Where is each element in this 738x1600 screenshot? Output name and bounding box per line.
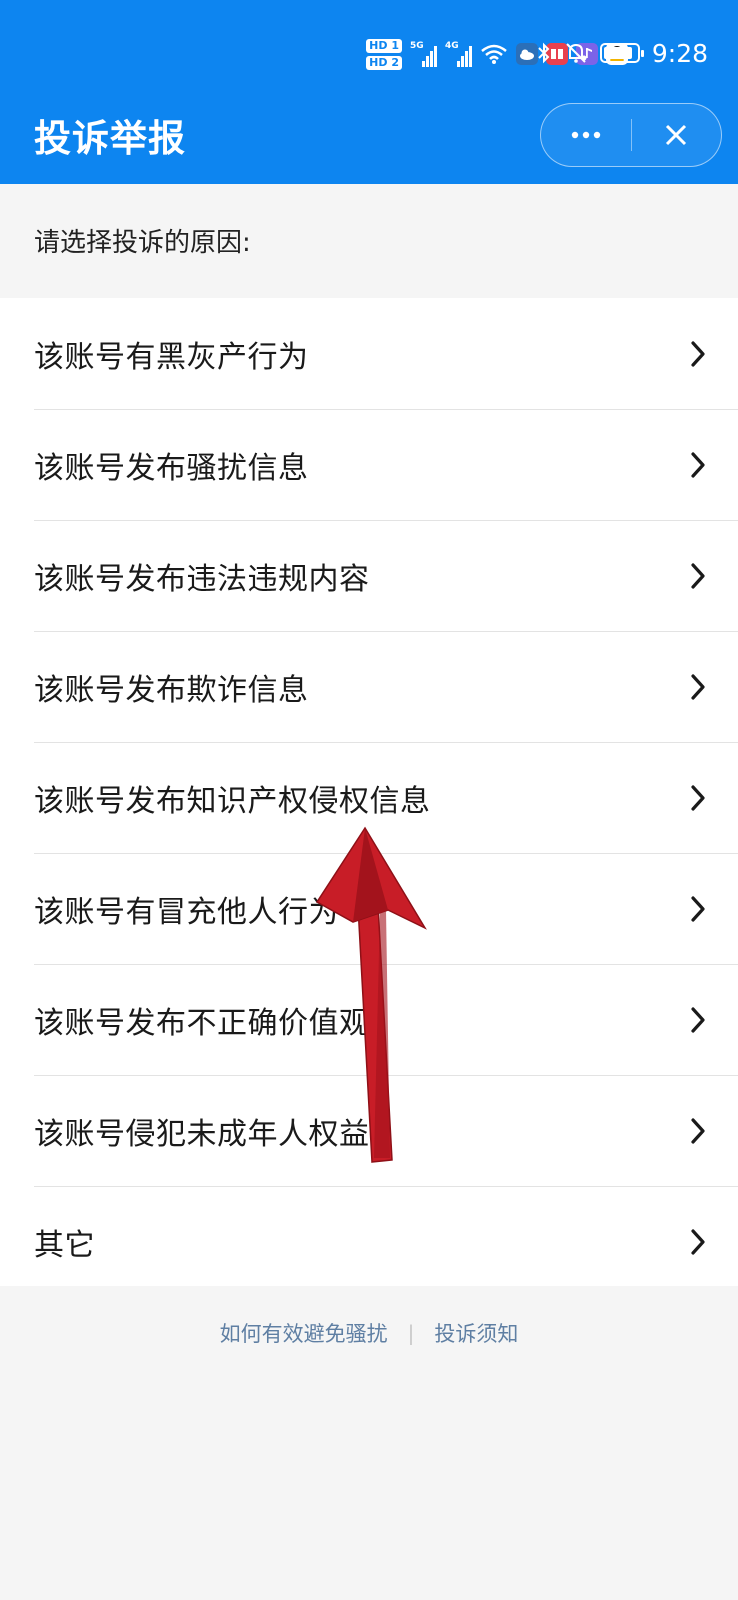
reason-item-impersonation[interactable]: 该账号有冒充他人行为 — [0, 853, 738, 964]
hd2-badge: HD 2 — [366, 55, 402, 70]
reason-item-bad-values[interactable]: 该账号发布不正确价值观 — [0, 964, 738, 1075]
screen: HD 1 HD 2 5G 4G 9:28 投诉举报 请选择投诉的原因: 该账号有… — [0, 0, 738, 1600]
close-button[interactable] — [632, 104, 722, 166]
complaint-notice-link[interactable]: 投诉须知 — [434, 1318, 518, 1348]
reason-item-label: 该账号发布骚扰信息 — [34, 450, 309, 486]
wifi-icon — [481, 44, 507, 64]
chevron-right-icon — [691, 673, 705, 700]
chevron-right-icon — [691, 562, 705, 589]
chevron-right-icon — [691, 784, 705, 811]
chevron-right-icon — [691, 1006, 705, 1033]
reason-item-label: 该账号发布欺诈信息 — [34, 672, 309, 708]
battery-icon — [599, 43, 644, 63]
status-time: 9:28 — [651, 38, 708, 68]
reason-item-label: 该账号有黑灰产行为 — [34, 339, 309, 375]
reason-item-minors[interactable]: 该账号侵犯未成年人权益 — [0, 1075, 738, 1186]
reason-item-label: 该账号侵犯未成年人权益 — [34, 1116, 370, 1152]
reason-item-label: 该账号发布知识产权侵权信息 — [34, 783, 431, 819]
hd-badges: HD 1 HD 2 — [366, 38, 402, 70]
chevron-right-icon — [691, 1117, 705, 1144]
avoid-harassment-link[interactable]: 如何有效避免骚扰 — [220, 1318, 388, 1348]
more-dots-icon — [571, 131, 600, 139]
chevron-right-icon — [691, 340, 705, 367]
bluetooth-icon — [538, 42, 550, 64]
reason-prompt: 请选择投诉的原因: — [34, 228, 251, 258]
chevron-right-icon — [691, 451, 705, 478]
weather-app-icon — [516, 43, 538, 65]
signal-5g-icon: 5G — [410, 41, 437, 67]
reason-item-label: 该账号发布不正确价值观 — [34, 1005, 370, 1041]
page-title: 投诉举报 — [34, 117, 186, 160]
chevron-right-icon — [691, 895, 705, 922]
reason-item-ip-infringement[interactable]: 该账号发布知识产权侵权信息 — [0, 742, 738, 853]
menu-capsule — [540, 103, 722, 167]
footer-separator: | — [407, 1321, 415, 1345]
reason-item-harassment[interactable]: 该账号发布骚扰信息 — [0, 409, 738, 520]
footer-links: 如何有效避免骚扰 | 投诉须知 — [0, 1318, 738, 1348]
close-icon — [666, 124, 687, 146]
network-4g-label: 4G — [445, 41, 459, 51]
reason-item-label: 该账号发布违法违规内容 — [34, 561, 370, 597]
more-button[interactable] — [541, 104, 631, 166]
reason-item-label: 其它 — [34, 1227, 95, 1263]
mute-icon — [566, 43, 586, 63]
signal-4g-icon: 4G — [445, 41, 472, 67]
app-header: HD 1 HD 2 5G 4G 9:28 投诉举报 — [0, 0, 738, 184]
reason-item-black-grey[interactable]: 该账号有黑灰产行为 — [0, 298, 738, 409]
chevron-right-icon — [691, 1228, 705, 1255]
hd1-badge: HD 1 — [366, 38, 402, 53]
network-5g-label: 5G — [410, 41, 424, 51]
status-right: 9:28 — [536, 36, 708, 70]
reason-item-fraud[interactable]: 该账号发布欺诈信息 — [0, 631, 738, 742]
reason-item-illegal-content[interactable]: 该账号发布违法违规内容 — [0, 520, 738, 631]
reason-item-label: 该账号有冒充他人行为 — [34, 894, 339, 930]
reason-list: 该账号有黑灰产行为 该账号发布骚扰信息 该账号发布违法违规内容 该账号发布欺诈信… — [0, 298, 738, 1286]
reason-item-other[interactable]: 其它 — [0, 1186, 738, 1297]
status-bar: HD 1 HD 2 5G 4G 9:28 — [0, 0, 738, 100]
